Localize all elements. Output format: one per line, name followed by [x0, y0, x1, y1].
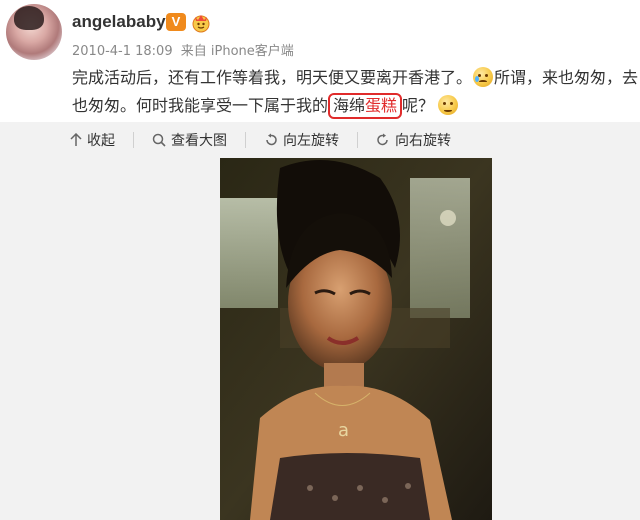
highlight-text-plain: 海绵	[333, 96, 366, 115]
magnifier-icon	[152, 133, 166, 147]
sad-face-emoji-icon	[438, 95, 459, 115]
rotate-right-icon	[377, 133, 388, 146]
svg-text:a: a	[338, 420, 349, 441]
highlight-text-red: 蛋糕	[365, 96, 398, 115]
rotate-right-label: 向右旋转	[395, 133, 451, 149]
view-large-label: 查看大图	[171, 133, 227, 149]
rotate-right-button[interactable]: 向右旋转	[376, 132, 469, 149]
post-header: angelababy V 2010-4-1 18:09 来自 iPhone客户端	[0, 0, 640, 60]
username[interactable]: angelababy	[72, 12, 166, 32]
highlight-box: 海绵蛋糕	[328, 93, 403, 119]
post-text-segment: 所谓，来也匆匆，去	[494, 68, 639, 87]
post-photo[interactable]: a	[220, 158, 492, 520]
verified-badge-icon: V	[166, 13, 186, 31]
crying-face-emoji-icon	[473, 67, 494, 87]
post-timestamp[interactable]: 2010-4-1 18:09	[72, 44, 173, 59]
post-source[interactable]: 来自 iPhone客户端	[181, 44, 294, 59]
rotate-left-label: 向左旋转	[283, 133, 339, 149]
post-text-segment: 也匆匆。何时我能享受一下属于我的	[72, 96, 329, 115]
post-text-segment: 完成活动后，还有工作等着我，明天便又要离开香港了。	[72, 68, 473, 87]
collapse-label: 收起	[87, 133, 115, 149]
media-area: a	[0, 158, 640, 520]
avatar[interactable]	[6, 4, 62, 60]
member-crown-icon	[192, 15, 210, 33]
post-text: 完成活动后，还有工作等着我，明天便又要离开香港了。 所谓，来也匆匆，去 也匆匆。何…	[72, 64, 638, 120]
view-large-button[interactable]: 查看大图	[152, 132, 246, 149]
media-toolbar: 收起 查看大图 向左旋转 向右旋转	[0, 122, 640, 158]
rotate-left-button[interactable]: 向左旋转	[264, 132, 358, 149]
arrow-up-icon	[70, 133, 82, 146]
post-meta: 2010-4-1 18:09 来自 iPhone客户端	[72, 40, 298, 59]
rotate-left-icon	[266, 133, 277, 146]
post-text-segment: 呢？	[402, 96, 435, 115]
collapse-button[interactable]: 收起	[70, 132, 134, 149]
